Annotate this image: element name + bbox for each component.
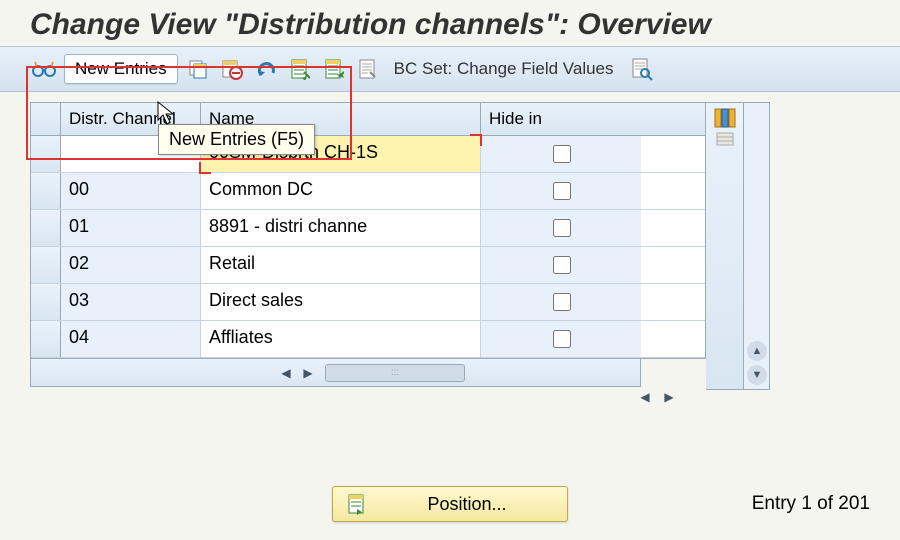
vertical-scrollbar[interactable]: ▲ ▼ <box>744 102 770 390</box>
row-selector[interactable] <box>31 321 61 357</box>
cell-dch[interactable]: 01 <box>61 210 201 246</box>
row-selector[interactable] <box>31 210 61 246</box>
cell-hide <box>481 136 641 172</box>
cell-name[interactable]: Retail <box>201 247 481 283</box>
table-row[interactable]: 01 8891 - distri channe <box>31 210 705 247</box>
hide-checkbox[interactable] <box>553 256 571 274</box>
deselect-all-icon[interactable] <box>320 55 348 83</box>
cell-hide <box>481 321 641 357</box>
copy-icon[interactable] <box>184 55 212 83</box>
row-selector[interactable] <box>31 284 61 320</box>
cell-hide <box>481 247 641 283</box>
table-row[interactable]: 03 Direct sales <box>31 284 705 321</box>
data-grid: Distr. Channel Name Hide in 00SM-Disbrtn… <box>30 102 706 359</box>
hide-checkbox[interactable] <box>553 293 571 311</box>
scroll-thumb[interactable]: ::: <box>325 364 465 382</box>
horizontal-scrollbar[interactable]: ◀ ▶ ::: <box>30 359 641 387</box>
undo-icon[interactable] <box>252 55 280 83</box>
cell-name[interactable]: Common DC <box>201 173 481 209</box>
cell-dch[interactable]: 03 <box>61 284 201 320</box>
col-header-hide[interactable]: Hide in <box>481 103 641 135</box>
select-all-icon[interactable] <box>286 55 314 83</box>
table-row[interactable]: 00SM-Disbrtn CH-1S <box>31 136 705 173</box>
row-selector[interactable] <box>31 173 61 209</box>
cell-name[interactable]: Affliates <box>201 321 481 357</box>
scroll-left-icon[interactable]: ◀ <box>634 387 656 407</box>
col-selector[interactable] <box>31 103 61 135</box>
table-row[interactable]: 00 Common DC <box>31 173 705 210</box>
cell-hide <box>481 210 641 246</box>
scroll-left-icon[interactable]: ◀ <box>275 363 297 383</box>
cell-name[interactable]: 8891 - distri channe <box>201 210 481 246</box>
header: Change View "Distribution channels": Ove… <box>0 0 900 46</box>
table-row[interactable]: 02 Retail <box>31 247 705 284</box>
position-label: Position... <box>427 494 506 515</box>
hide-checkbox[interactable] <box>553 330 571 348</box>
config-doc-icon[interactable] <box>354 55 382 83</box>
grid-side-toolbar <box>706 102 744 390</box>
glasses-icon[interactable] <box>30 55 58 83</box>
new-entries-button[interactable]: New Entries <box>64 54 178 84</box>
cell-dch[interactable]: 02 <box>61 247 201 283</box>
position-icon <box>347 493 367 515</box>
toolbar: New Entries BC Set: Change Field Values <box>0 46 900 92</box>
footer: Position... Entry 1 of 201 <box>30 486 870 522</box>
position-button[interactable]: Position... <box>332 486 567 522</box>
scroll-down-icon[interactable]: ▼ <box>747 365 767 385</box>
bc-set-label: BC Set: Change Field Values <box>394 59 614 79</box>
hide-checkbox[interactable] <box>553 219 571 237</box>
grid-header: Distr. Channel Name Hide in <box>31 103 705 136</box>
scroll-right-icon[interactable]: ▶ <box>297 363 319 383</box>
table-settings-icon[interactable] <box>713 107 737 129</box>
row-selector[interactable] <box>31 136 61 172</box>
cell-dch[interactable]: 04 <box>61 321 201 357</box>
entry-count-label: Entry 1 of 201 <box>752 493 870 515</box>
row-selector[interactable] <box>31 247 61 283</box>
cell-hide <box>481 284 641 320</box>
search-doc-icon[interactable] <box>628 55 656 83</box>
hide-checkbox[interactable] <box>553 182 571 200</box>
delete-row-icon[interactable] <box>218 55 246 83</box>
small-grid-icon[interactable] <box>716 132 734 146</box>
new-entries-tooltip: New Entries (F5) <box>158 124 315 155</box>
cell-name[interactable]: Direct sales <box>201 284 481 320</box>
cell-hide <box>481 173 641 209</box>
hide-checkbox[interactable] <box>553 145 571 163</box>
table-row[interactable]: 04 Affliates <box>31 321 705 358</box>
page-title: Change View "Distribution channels": Ove… <box>30 8 711 41</box>
scroll-right-icon[interactable]: ▶ <box>658 387 680 407</box>
scroll-up-icon[interactable]: ▲ <box>747 341 767 361</box>
content-area: Distr. Channel Name Hide in 00SM-Disbrtn… <box>0 92 900 390</box>
cell-dch[interactable]: 00 <box>61 173 201 209</box>
